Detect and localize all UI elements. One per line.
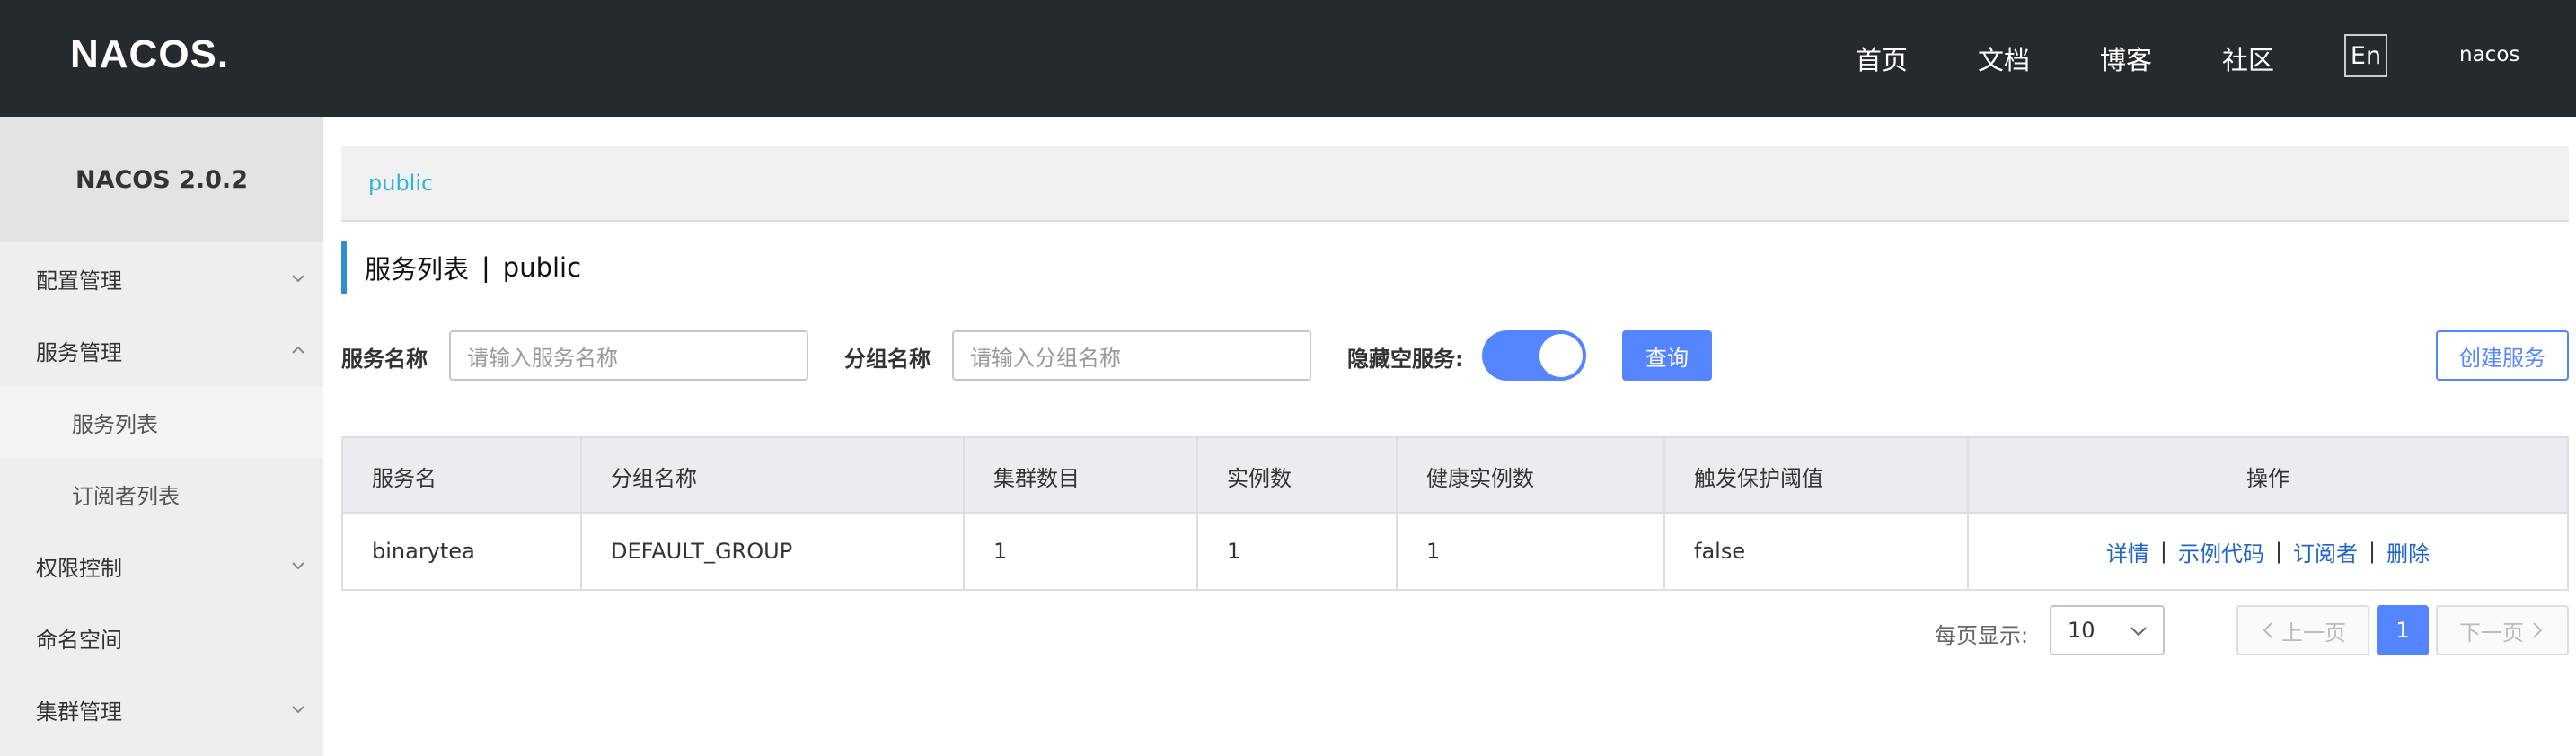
create-service-button[interactable]: 创建服务 xyxy=(2436,330,2569,381)
namespace-link-public[interactable]: public xyxy=(368,171,433,196)
column-header: 服务名 xyxy=(343,438,582,514)
sidebar-item-label: 集群管理 xyxy=(36,699,122,725)
group-name-label: 分组名称 xyxy=(844,347,931,372)
column-header: 实例数 xyxy=(1198,438,1398,514)
column-header: 健康实例数 xyxy=(1398,438,1665,514)
chevron-left-icon xyxy=(2263,622,2272,638)
user-name[interactable]: nacos xyxy=(2459,43,2519,66)
page-title: 服务列表 | public xyxy=(341,241,581,294)
column-header: 操作 xyxy=(2246,465,2289,491)
per-page-select[interactable]: 10 xyxy=(2050,605,2165,655)
sidebar-item-label: 命名空间 xyxy=(36,627,122,653)
chevron-down-icon xyxy=(292,562,304,570)
sidebar-title: NACOS 2.0.2 xyxy=(0,117,323,242)
hide-empty-toggle[interactable] xyxy=(1482,330,1586,381)
column-header: 分组名称 xyxy=(582,438,965,514)
hide-empty-label: 隐藏空服务: xyxy=(1347,347,1464,372)
prev-page-label: 上一页 xyxy=(2281,620,2346,646)
action-separator: | xyxy=(2369,539,2377,564)
sidebar-item-subscriber-list[interactable]: 订阅者列表 xyxy=(0,458,323,530)
chevron-up-icon xyxy=(292,346,304,354)
page-title-text: 服务列表 xyxy=(365,254,470,285)
action-separator: | xyxy=(2159,539,2167,564)
action-sample-code-link[interactable]: 示例代码 xyxy=(2178,536,2264,567)
sidebar-item-namespace[interactable]: 命名空间 xyxy=(0,602,323,673)
service-table: 服务名 分组名称 集群数目 实例数 健康实例数 触发保护阈值 操作 binary… xyxy=(341,436,2569,591)
sidebar-item-service-list[interactable]: 服务列表 xyxy=(0,386,323,458)
next-page-button[interactable]: 下一页 xyxy=(2436,605,2569,655)
per-page-value: 10 xyxy=(2068,618,2095,643)
cell-cluster-count: 1 xyxy=(965,514,1198,589)
nav-home[interactable]: 首页 xyxy=(1856,40,1908,77)
nav-community[interactable]: 社区 xyxy=(2222,40,2274,77)
toggle-knob xyxy=(1539,334,1583,377)
query-button[interactable]: 查询 xyxy=(1622,330,1712,381)
nav-blog[interactable]: 博客 xyxy=(2100,40,2152,77)
sidebar-item-cluster[interactable]: 集群管理 xyxy=(0,673,323,745)
sidebar-item-service-management[interactable]: 服务管理 xyxy=(0,314,323,386)
cell-protect-threshold: false xyxy=(1665,514,1969,589)
action-details-link[interactable]: 详情 xyxy=(2106,536,2149,567)
sidebar-item-label: 权限控制 xyxy=(36,555,122,581)
sidebar: NACOS 2.0.2 配置管理 服务管理 服务列表 订阅者列表 权限控制 命名… xyxy=(0,117,323,756)
chevron-down-icon xyxy=(292,275,304,283)
service-name-input[interactable]: 请输入服务名称 xyxy=(449,330,808,381)
action-delete-link[interactable]: 删除 xyxy=(2386,536,2430,567)
action-subscribers-link[interactable]: 订阅者 xyxy=(2293,536,2358,567)
cell-actions: 详情 | 示例代码 | 订阅者 | 删除 xyxy=(1969,514,2567,589)
top-header: NACOS. 首页 文档 博客 社区 En nacos xyxy=(0,0,2576,117)
sidebar-item-label: 订阅者列表 xyxy=(72,483,180,509)
chevron-down-icon xyxy=(2130,627,2147,637)
chevron-right-icon xyxy=(2533,622,2543,638)
cell-instance-count: 1 xyxy=(1198,514,1398,589)
namespace-bar: public xyxy=(341,146,2569,222)
column-header: 触发保护阈值 xyxy=(1665,438,1969,514)
per-page-label: 每页显示: xyxy=(1935,623,2029,648)
sidebar-item-label: 配置管理 xyxy=(36,268,122,294)
nacos-logo[interactable]: NACOS. xyxy=(70,32,229,77)
cell-healthy-count: 1 xyxy=(1398,514,1665,589)
table-header-row: 服务名 分组名称 集群数目 实例数 健康实例数 触发保护阈值 操作 xyxy=(343,438,2567,514)
chevron-down-icon xyxy=(292,706,304,714)
table-row: binarytea DEFAULT_GROUP 1 1 1 false 详情 |… xyxy=(343,514,2567,589)
language-toggle-button[interactable]: En xyxy=(2344,34,2387,77)
sidebar-item-label: 服务管理 xyxy=(36,339,122,365)
title-separator: | xyxy=(481,252,490,283)
page-title-namespace: public xyxy=(502,252,582,283)
sidebar-item-access-control[interactable]: 权限控制 xyxy=(0,530,323,602)
sidebar-item-config[interactable]: 配置管理 xyxy=(0,242,323,314)
service-name-label: 服务名称 xyxy=(341,347,428,372)
sidebar-item-label: 服务列表 xyxy=(72,411,158,437)
prev-page-button[interactable]: 上一页 xyxy=(2236,605,2369,655)
next-page-label: 下一页 xyxy=(2459,620,2524,646)
nav-docs[interactable]: 文档 xyxy=(1978,40,2030,77)
action-separator: | xyxy=(2274,539,2283,564)
group-name-input[interactable]: 请输入分组名称 xyxy=(952,330,1311,381)
cell-service-name: binarytea xyxy=(343,514,582,589)
column-header: 集群数目 xyxy=(965,438,1198,514)
page-number-current[interactable]: 1 xyxy=(2377,605,2429,655)
cell-group-name: DEFAULT_GROUP xyxy=(582,514,965,589)
logo-text: NACOS. xyxy=(70,32,230,76)
